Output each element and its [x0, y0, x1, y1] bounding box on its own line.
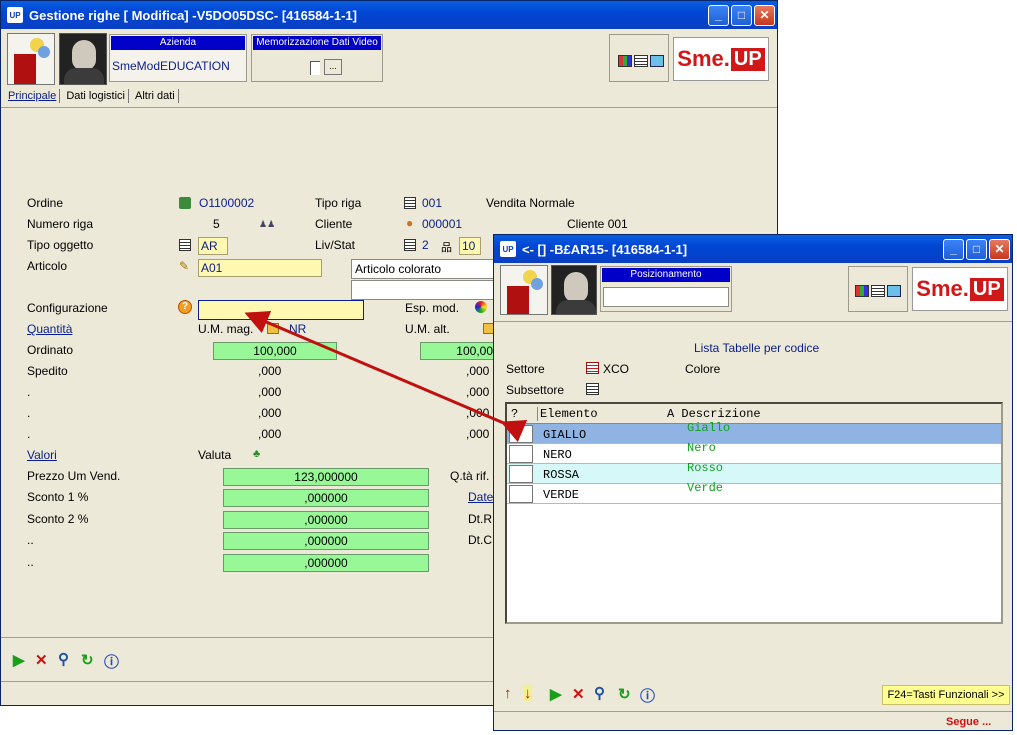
link-arrow [244, 311, 528, 443]
